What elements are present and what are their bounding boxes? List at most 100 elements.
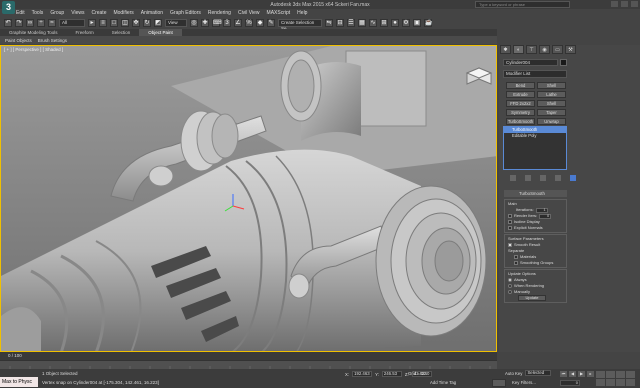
redo-icon[interactable]: ↷: [15, 19, 23, 27]
bind-space-warp-icon[interactable]: ≈: [48, 19, 56, 27]
window-crossing-icon[interactable]: ◫: [121, 19, 129, 27]
reference-coordinate-dropdown[interactable]: View: [165, 19, 187, 27]
orbit-icon[interactable]: [616, 379, 625, 386]
menu-item-help[interactable]: Help: [297, 10, 307, 16]
align-icon[interactable]: ⊟: [336, 19, 344, 27]
isoline-checkbox[interactable]: [508, 220, 512, 224]
perspective-viewport[interactable]: [ + ] [ Perspective ] [ Shaded ]: [0, 45, 497, 352]
go-to-start-icon[interactable]: ⏮: [560, 371, 567, 377]
zoom-extents-icon[interactable]: [616, 371, 625, 378]
field-of-view-icon[interactable]: [596, 379, 605, 386]
modify-tab-icon[interactable]: ◐: [513, 45, 524, 54]
schematic-view-icon[interactable]: ⊞: [380, 19, 388, 27]
pivot-point-icon[interactable]: ◎: [190, 19, 198, 27]
tab-object-paint[interactable]: Object Paint: [139, 29, 182, 36]
curve-editor-icon[interactable]: ∿: [369, 19, 377, 27]
materials-checkbox[interactable]: [514, 255, 518, 259]
when-rendering-radio[interactable]: [508, 284, 512, 288]
layer-manager-icon[interactable]: ☰: [347, 19, 355, 27]
pin-stack-icon[interactable]: [510, 175, 516, 181]
menu-item-civil-view[interactable]: Civil View: [238, 10, 260, 16]
tab-freeform[interactable]: Freeform: [66, 29, 102, 36]
tab-graphite-modeling-tools[interactable]: Graphite Modeling Tools: [0, 29, 66, 36]
previous-frame-icon[interactable]: ◀: [569, 371, 576, 377]
modifier-lathe-button[interactable]: Lathe: [537, 91, 566, 98]
tab-selection[interactable]: Selection: [103, 29, 140, 36]
modifier-list-dropdown[interactable]: Modifier List: [503, 70, 567, 78]
render-production-icon[interactable]: ☕: [424, 19, 432, 27]
select-by-name-icon[interactable]: ≡: [99, 19, 107, 27]
key-filters-button[interactable]: Key Filters...: [512, 380, 536, 385]
close-icon[interactable]: [631, 1, 638, 7]
render-iters-checkbox[interactable]: [508, 214, 512, 218]
turbosmooth-rollout-header[interactable]: TurboSmooth: [504, 190, 567, 197]
named-selection-dropdown[interactable]: Create Selection Se: [278, 19, 322, 31]
time-slider[interactable]: 0 / 100: [0, 352, 497, 360]
current-frame-field[interactable]: 0: [560, 380, 580, 386]
zoom-all-icon[interactable]: [606, 371, 615, 378]
hierarchy-tab-icon[interactable]: ⊤: [526, 45, 537, 54]
utilities-tab-icon[interactable]: ⚒: [565, 45, 576, 54]
select-manipulate-icon[interactable]: ✚: [201, 19, 209, 27]
modifier-extrude-button[interactable]: Extrude: [506, 91, 535, 98]
zoom-extents-all-icon[interactable]: [626, 371, 635, 378]
percent-snap-icon[interactable]: %: [245, 19, 253, 27]
menu-item-graph-editors[interactable]: Graph Editors: [170, 10, 201, 16]
menu-item-rendering[interactable]: Rendering: [208, 10, 231, 16]
modifier-ffd-button[interactable]: FFD 2x2x2: [506, 100, 535, 107]
pan-view-icon[interactable]: [606, 379, 615, 386]
modifier-bend-button[interactable]: Bend: [506, 82, 535, 89]
modifier-taper-button[interactable]: Taper: [537, 109, 566, 116]
motion-tab-icon[interactable]: ◉: [539, 45, 550, 54]
zoom-icon[interactable]: [596, 371, 605, 378]
mirror-icon[interactable]: ⇋: [325, 19, 333, 27]
search-input[interactable]: Type a keyword or phrase: [475, 1, 570, 8]
maxscript-listener[interactable]: Max to Physc: [0, 377, 38, 387]
create-tab-icon[interactable]: ✱: [500, 45, 511, 54]
smooth-result-checkbox[interactable]: [508, 243, 512, 247]
modifier-symmetry-button[interactable]: Symmetry: [506, 109, 535, 116]
modifier-unwrap-button[interactable]: Unwrap: [537, 118, 566, 125]
link-icon[interactable]: ∞: [26, 19, 34, 27]
configure-sets-icon[interactable]: [570, 175, 576, 181]
maximize-viewport-icon[interactable]: [626, 379, 635, 386]
undo-icon[interactable]: ↶: [4, 19, 12, 27]
track-bar[interactable]: [0, 360, 497, 370]
key-mode-dropdown[interactable]: Selected: [525, 370, 552, 376]
render-iters-spinner[interactable]: 0: [539, 213, 552, 219]
menu-item-create[interactable]: Create: [91, 10, 106, 16]
rendered-frame-icon[interactable]: ▣: [413, 19, 421, 27]
material-editor-icon[interactable]: ●: [391, 19, 399, 27]
x-coordinate-field[interactable]: 192.463: [352, 371, 373, 377]
unlink-icon[interactable]: ÷: [37, 19, 45, 27]
minimize-icon[interactable]: [611, 1, 618, 7]
viewport-label[interactable]: [ + ] [ Perspective ] [ Shaded ]: [4, 47, 63, 52]
y-coordinate-field[interactable]: 246.53: [381, 371, 402, 377]
select-rotate-icon[interactable]: ↻: [143, 19, 151, 27]
object-name-field[interactable]: Cylinder004: [503, 59, 558, 66]
smoothing-groups-checkbox[interactable]: [514, 261, 518, 265]
menu-item-edit[interactable]: Edit: [16, 10, 25, 16]
menu-item-views[interactable]: Views: [71, 10, 84, 16]
iterations-spinner[interactable]: 1: [535, 207, 548, 213]
menu-item-group[interactable]: Group: [50, 10, 64, 16]
edit-named-selection-icon[interactable]: ✎: [267, 19, 275, 27]
maximize-icon[interactable]: [621, 1, 628, 7]
keyboard-shortcut-icon[interactable]: ⌨: [212, 19, 222, 27]
paint-objects-button[interactable]: Paint Objects: [5, 38, 32, 43]
spinner-snap-icon[interactable]: ◆: [256, 19, 264, 27]
play-icon[interactable]: ▶: [578, 371, 585, 377]
menu-item-modifiers[interactable]: Modifiers: [113, 10, 133, 16]
update-button[interactable]: Update: [518, 295, 546, 301]
select-move-icon[interactable]: ✥: [132, 19, 140, 27]
menu-item-animation[interactable]: Animation: [141, 10, 163, 16]
manually-radio[interactable]: [508, 290, 512, 294]
graphite-toggle-icon[interactable]: ▦: [358, 19, 366, 27]
menu-item-tools[interactable]: Tools: [32, 10, 44, 16]
show-end-result-icon[interactable]: [525, 175, 531, 181]
render-setup-icon[interactable]: ⚙: [402, 19, 410, 27]
modifier-shell-button[interactable]: Shell: [537, 82, 566, 89]
remove-modifier-icon[interactable]: [555, 175, 561, 181]
modifier-turbosmooth-button[interactable]: TurboSmooth: [506, 118, 535, 125]
snaps-toggle-icon[interactable]: 3: [223, 19, 231, 27]
